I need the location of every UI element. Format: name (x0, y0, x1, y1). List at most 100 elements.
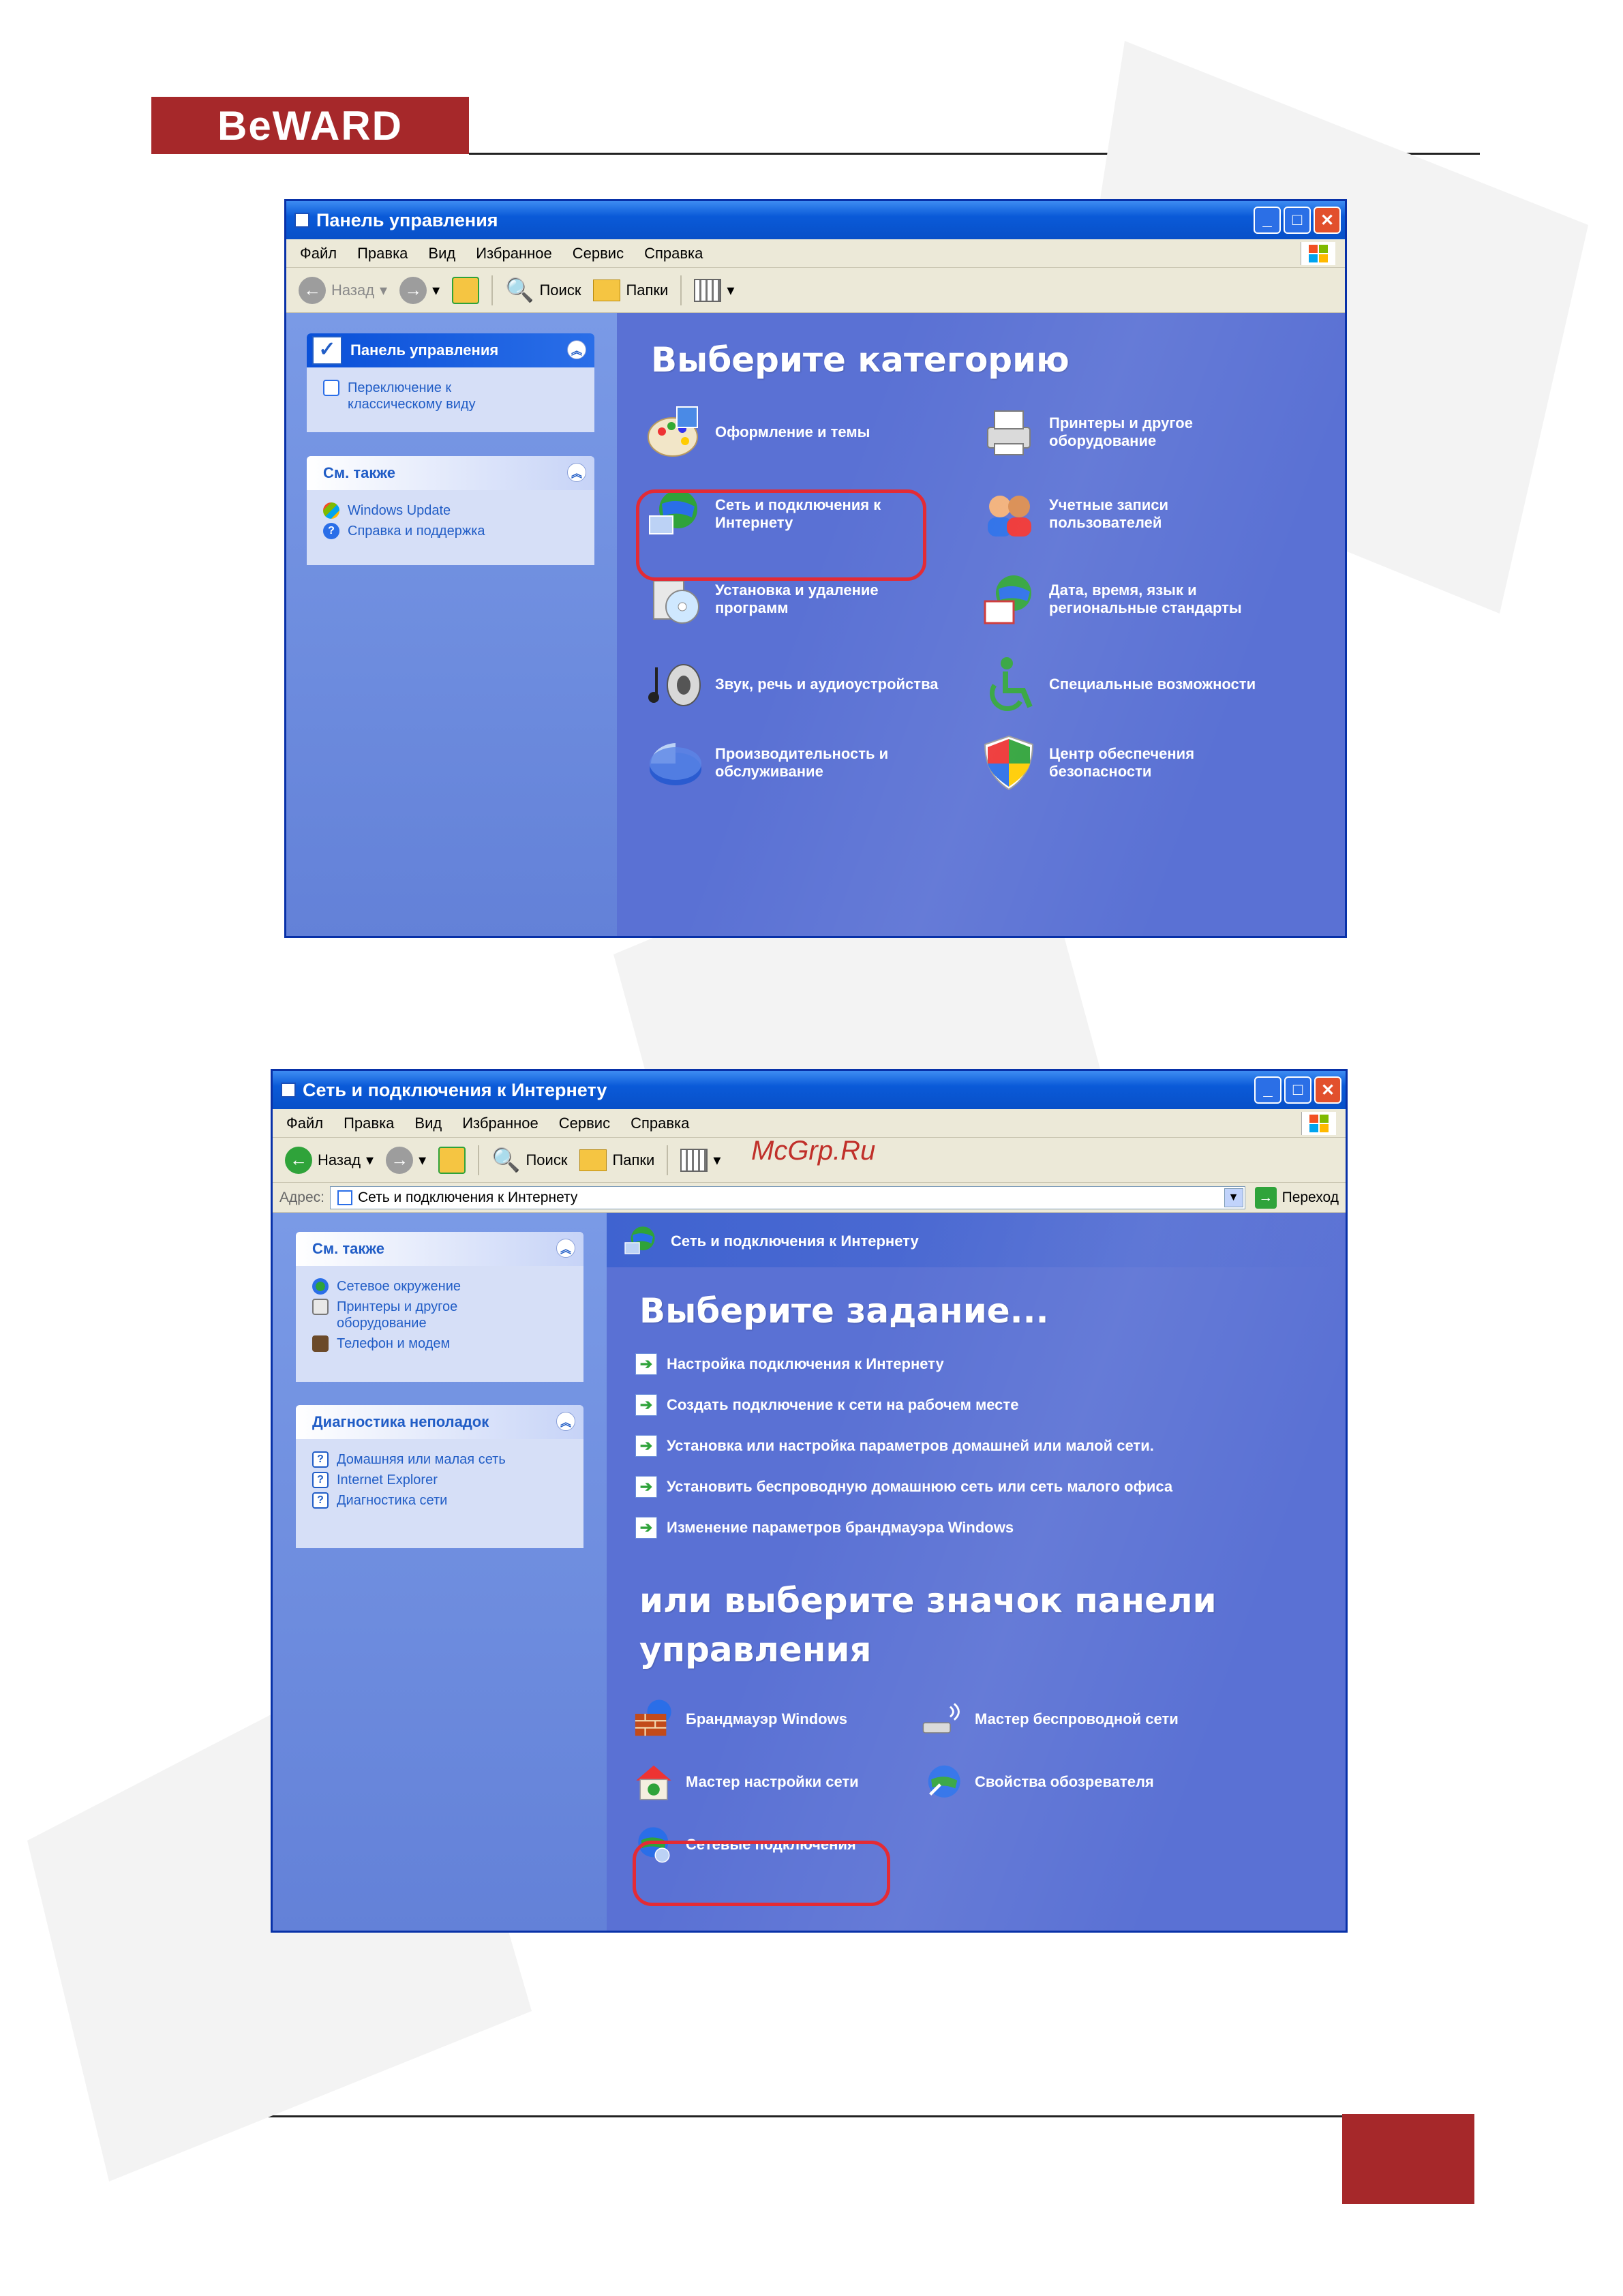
menu-file[interactable]: Файл (286, 1115, 323, 1132)
windows-update-link[interactable]: Windows Update (323, 502, 581, 519)
home-network-troubleshoot-link[interactable]: ? Домашняя или малая сеть (312, 1451, 570, 1468)
task-pane: ✓ Панель управления ︽ Переключение к кла… (286, 313, 617, 936)
help-support-link[interactable]: ? Справка и поддержка (323, 523, 581, 539)
icon-windows-firewall[interactable]: Брандмауэр Windows (631, 1697, 847, 1742)
icons-heading-line1: или выберите значок панели (639, 1581, 1217, 1620)
category-printers-hardware[interactable]: Принтеры и другое оборудование (978, 402, 1226, 463)
close-button[interactable]: ✕ (1314, 207, 1341, 234)
task-setup-internet[interactable]: ➔ Настройка подключения к Интернету (635, 1353, 944, 1375)
menu-file[interactable]: Файл (300, 245, 337, 262)
task-arrow-icon: ➔ (635, 1394, 657, 1416)
views-grid-icon (680, 1148, 708, 1172)
header-rule (469, 153, 1480, 155)
collapse-chevron-icon[interactable]: ︽ (556, 1239, 575, 1258)
see-also-header[interactable]: См. также ︽ (296, 1232, 583, 1266)
menu-edit[interactable]: Правка (357, 245, 408, 262)
see-also-header[interactable]: См. также ︽ (307, 456, 594, 490)
switch-classic-view-link[interactable]: Переключение к классическому виду (323, 380, 581, 412)
help-icon: ? (323, 523, 339, 539)
printers-hardware-link[interactable]: Принтеры и другое оборудование (312, 1299, 570, 1331)
category-performance-maintenance[interactable]: Производительность и обслуживание (644, 732, 906, 794)
internet-explorer-troubleshoot-link[interactable]: ? Internet Explorer (312, 1472, 570, 1488)
category-appearance-themes[interactable]: Оформление и темы (644, 402, 870, 463)
views-button[interactable]: ▾ (694, 278, 734, 302)
search-button[interactable]: 🔍 Поиск (491, 1147, 567, 1174)
collapse-chevron-icon[interactable]: ︽ (556, 1412, 575, 1431)
menu-tools[interactable]: Сервис (559, 1115, 610, 1132)
icons-heading-line2: управления (639, 1630, 872, 1670)
search-icon: 🔍 (491, 1147, 521, 1173)
palette-icon (648, 406, 698, 457)
forward-arrow-icon: → (386, 1146, 414, 1174)
go-button[interactable]: → Переход (1254, 1186, 1339, 1209)
menu-help[interactable]: Справка (631, 1115, 689, 1132)
see-also-box: См. также ︽ Сетевое окружение Принтеры и… (296, 1232, 583, 1382)
task-arrow-icon: ➔ (635, 1353, 657, 1375)
category-user-accounts[interactable]: Учетные записи пользователей (978, 483, 1199, 545)
users-icon (988, 496, 1031, 537)
forward-button[interactable]: → ▾ (386, 1146, 426, 1174)
up-folder-button[interactable] (438, 1146, 466, 1174)
category-security-center[interactable]: Центр обеспечения безопасности (978, 732, 1226, 794)
address-dropdown-icon[interactable]: ▼ (1224, 1188, 1243, 1207)
up-folder-button[interactable] (452, 276, 480, 304)
category-date-time-language[interactable]: Дата, время, язык и региональные стандар… (978, 569, 1267, 630)
views-button[interactable]: ▾ (680, 1148, 721, 1172)
window-title: Сеть и подключения к Интернету (303, 1079, 607, 1100)
switch-view-icon (323, 380, 339, 396)
performance-pie-icon (650, 743, 701, 785)
task-create-work-connection[interactable]: ➔ Создать подключение к сети на рабочем м… (635, 1394, 1018, 1416)
phone-icon (312, 1335, 329, 1352)
maximize-button[interactable]: □ (1284, 207, 1311, 234)
forward-button[interactable]: → ▾ (399, 276, 440, 304)
menu-favorites[interactable]: Избранное (462, 1115, 539, 1132)
window-titlebar[interactable]: Сеть и подключения к Интернету _ □ ✕ (273, 1071, 1346, 1109)
troubleshoot-box: Диагностика неполадок ︽ ? Домашняя или м… (296, 1405, 583, 1548)
menu-view[interactable]: Вид (414, 1115, 442, 1132)
phone-modem-link[interactable]: Телефон и модем (312, 1335, 570, 1352)
help-question-icon: ? (312, 1451, 329, 1468)
close-button[interactable]: ✕ (1314, 1076, 1341, 1104)
windows-update-icon (323, 502, 339, 519)
address-input[interactable]: Сеть и подключения к Интернету ▼ (329, 1185, 1245, 1209)
window-titlebar[interactable]: Панель управления _ □ ✕ (286, 201, 1345, 239)
search-button[interactable]: 🔍 Поиск (505, 277, 581, 304)
task-setup-wireless-network[interactable]: ➔ Установить беспроводную домашнюю сеть и… (635, 1476, 1172, 1498)
minimize-button[interactable]: _ (1254, 1076, 1281, 1104)
folders-button[interactable]: Папки (579, 1149, 654, 1171)
task-arrow-icon: ➔ (635, 1435, 657, 1457)
troubleshoot-header[interactable]: Диагностика неполадок ︽ (296, 1405, 583, 1439)
network-places-icon (312, 1278, 329, 1295)
menu-view[interactable]: Вид (428, 245, 455, 262)
beward-logo: BeWARD (151, 97, 469, 154)
control-panel-icon (294, 213, 309, 228)
windows-flag-icon (1301, 1112, 1336, 1135)
network-diagnostics-link[interactable]: ? Диагностика сети (312, 1492, 570, 1509)
minimize-button[interactable]: _ (1254, 207, 1281, 234)
menu-help[interactable]: Справка (644, 245, 703, 262)
folders-button[interactable]: Папки (593, 279, 668, 301)
menu-bar: Файл Правка Вид Избранное Сервис Справка (286, 239, 1345, 268)
icon-network-setup-wizard[interactable]: Мастер настройки сети (631, 1759, 859, 1804)
icon-internet-options[interactable]: Свойства обозревателя (920, 1759, 1154, 1804)
watermark-text: McGrp.Ru (751, 1136, 876, 1166)
menu-edit[interactable]: Правка (344, 1115, 394, 1132)
task-setup-home-network[interactable]: ➔ Установка или настройка параметров дома… (635, 1435, 1154, 1457)
collapse-chevron-icon[interactable]: ︽ (567, 340, 586, 359)
collapse-chevron-icon[interactable]: ︽ (567, 463, 586, 482)
menu-tools[interactable]: Сервис (573, 245, 624, 262)
category-sound-speech-audio[interactable]: Звук, речь и аудиоустройства (644, 654, 939, 715)
network-places-link[interactable]: Сетевое окружение (312, 1278, 570, 1295)
control-panel-box-header[interactable]: ✓ Панель управления ︽ (307, 333, 594, 367)
menu-favorites[interactable]: Избранное (476, 245, 552, 262)
back-button[interactable]: ← Назад ▾ (285, 1146, 374, 1174)
sound-icon (648, 664, 701, 706)
address-value: Сеть и подключения к Интернету (357, 1189, 578, 1205)
footer-rule (153, 2115, 1342, 2117)
icon-wireless-network-wizard[interactable]: Мастер беспроводной сети (920, 1697, 1179, 1742)
task-change-firewall[interactable]: ➔ Изменение параметров брандмауэра Window… (635, 1517, 1014, 1539)
back-button[interactable]: ← Назад ▾ (299, 276, 387, 304)
checklist-icon: ✓ (312, 336, 342, 365)
maximize-button[interactable]: □ (1284, 1076, 1311, 1104)
category-accessibility[interactable]: Специальные возможности (978, 654, 1256, 715)
